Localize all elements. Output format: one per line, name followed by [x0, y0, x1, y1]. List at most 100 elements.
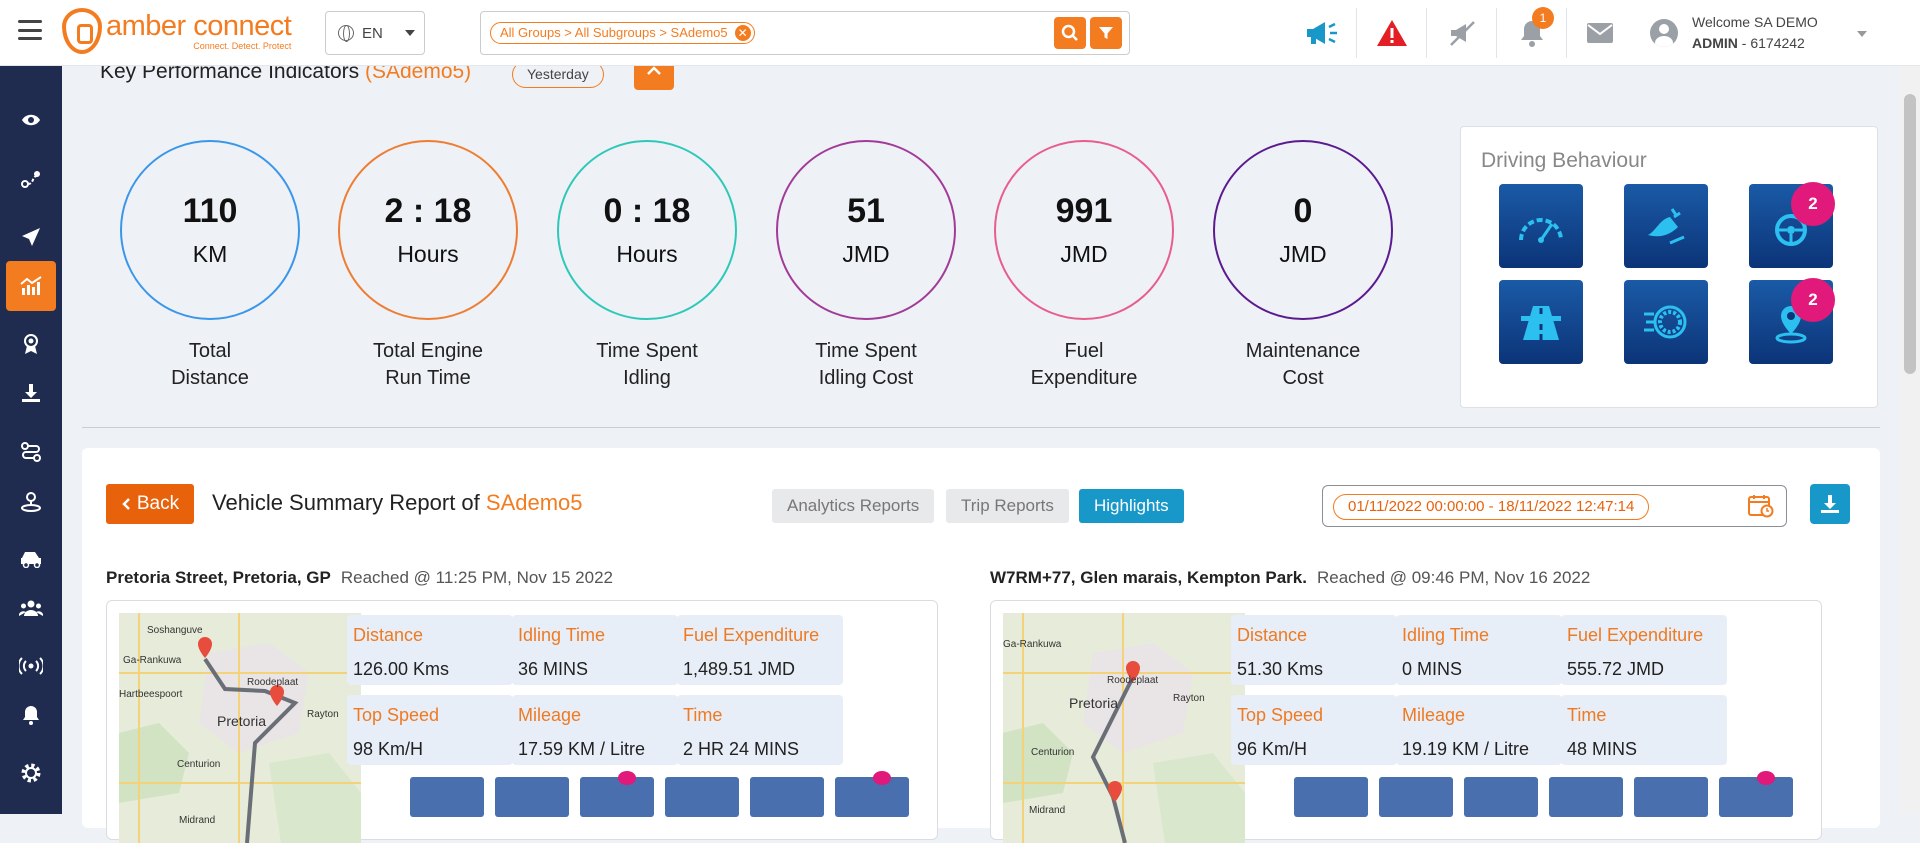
scrollbar[interactable]: [1900, 66, 1920, 814]
trip-event-button[interactable]: [835, 771, 909, 817]
kpi-item: 0 JMD Maintenance Cost: [1213, 140, 1393, 392]
award-icon[interactable]: [6, 319, 56, 369]
filter-icon: [1099, 27, 1113, 39]
trip-event-button[interactable]: [1379, 777, 1453, 817]
brand-logo[interactable]: amber connect Connect. Detect. Protect: [62, 8, 292, 54]
download-report-button[interactable]: [1810, 484, 1850, 524]
harsh-braking-icon[interactable]: [1624, 184, 1708, 268]
trip-stat-value: 0 MINS: [1402, 659, 1463, 679]
trip-event-button[interactable]: [1634, 777, 1708, 817]
map-place-label: Rayton: [1173, 693, 1205, 704]
back-button[interactable]: Back: [106, 484, 194, 524]
user-role: ADMIN: [1692, 35, 1738, 51]
map-place-label: Roodeplaat: [1107, 675, 1159, 686]
date-range-picker[interactable]: 01/11/2022 00:00:00 - 18/11/2022 12:47:1…: [1322, 485, 1787, 527]
report-title-text: Vehicle Summary Report of: [212, 490, 486, 515]
trip-stat-label: Distance: [353, 625, 424, 645]
trip-event-button[interactable]: [1464, 777, 1538, 817]
broadcast-icon[interactable]: [6, 641, 56, 691]
notification-bell-icon[interactable]: 1: [1514, 7, 1554, 51]
breadcrumb-text: All Groups > All Subgroups > SAdemo5: [500, 25, 728, 40]
kpi-label: Time Spent: [815, 340, 917, 362]
eye-icon[interactable]: [6, 95, 56, 145]
trip-event-button[interactable]: [665, 777, 739, 817]
date-range-value: 01/11/2022 00:00:00 - 18/11/2022 12:47:1…: [1333, 494, 1650, 520]
clear-icon[interactable]: ✕: [734, 25, 751, 41]
kpi-ring: 2 : 18 Hours: [338, 140, 518, 320]
trip-event-badge: [1757, 771, 1775, 785]
trip-map[interactable]: Ga-Rankuwa Pretoria Rayton Centurion Midrand…: [1003, 613, 1245, 843]
chevron-down-icon: [404, 30, 415, 36]
kpi-item: 0 : 18 Hours Time Spent Idling: [557, 140, 737, 392]
location-pin-icon[interactable]: 2: [1749, 278, 1835, 364]
map-place-label: Roodeplaat: [247, 677, 299, 688]
download-icon[interactable]: [6, 368, 56, 418]
send-icon[interactable]: [6, 212, 56, 262]
speedometer-icon[interactable]: [1499, 184, 1583, 268]
scrollbar-thumb[interactable]: [1904, 94, 1916, 374]
calendar-icon: [1748, 495, 1774, 518]
settings-icon[interactable]: [6, 748, 56, 798]
route-icon[interactable]: [6, 154, 56, 204]
group-search[interactable]: All Groups > All Subgroups > SAdemo5 ✕: [480, 11, 1130, 55]
vehicle-icon[interactable]: [6, 534, 56, 584]
trip-stat-label: Distance: [1237, 625, 1308, 645]
map-place-label: Rayton: [307, 709, 339, 720]
bell-icon[interactable]: [6, 690, 56, 740]
mute-icon[interactable]: [1444, 15, 1480, 51]
search-button[interactable]: [1054, 17, 1086, 49]
map-place-label: Centurion: [177, 759, 221, 770]
kpi-label: Time Spent: [596, 340, 698, 362]
kpi-label: Expenditure: [1030, 367, 1138, 389]
kpi-value: 0 : 18: [603, 192, 691, 230]
trip-stat-value: 2 HR 24 MINS: [683, 739, 800, 759]
tab-highlights[interactable]: Highlights: [1079, 489, 1184, 523]
trip-stat: Time 2 HR 24 MINS: [677, 695, 843, 765]
trip-event-button[interactable]: [580, 771, 654, 817]
map-place-label: Ga-Rankuwa: [1003, 639, 1062, 650]
trip-event-button[interactable]: [1719, 771, 1793, 817]
trip-event-button[interactable]: [495, 777, 569, 817]
trip-stat-value: 98 Km/H: [353, 739, 424, 759]
alert-icon[interactable]: [1374, 15, 1410, 51]
trip-map[interactable]: Soshanguve Ga-Rankuwa Hartbeespoort Pretori…: [119, 613, 361, 843]
kpi-unit: JMD: [1279, 241, 1327, 267]
trip-stat: Top Speed 96 Km/H: [1231, 695, 1397, 765]
user-menu[interactable]: Welcome SA DEMO ADMIN - 6174242: [1650, 12, 1818, 54]
language-select[interactable]: EN: [325, 11, 425, 55]
trip-stat-value: 126.00 Kms: [353, 659, 450, 679]
trip-stat: Mileage 19.19 KM / Litre: [1396, 695, 1562, 765]
analytics-icon[interactable]: [6, 261, 56, 311]
trip-stat-value: 48 MINS: [1567, 739, 1638, 759]
trip-event-button[interactable]: [1294, 777, 1368, 817]
map-place-label: Pretoria: [217, 713, 267, 729]
trip-event-button[interactable]: [1549, 777, 1623, 817]
steering-alert-badge: 2: [1791, 182, 1835, 226]
user-menu-chevron-icon[interactable]: [1857, 31, 1867, 37]
trip-event-button[interactable]: [750, 777, 824, 817]
hamburger-menu-icon[interactable]: [18, 20, 42, 40]
announcement-icon[interactable]: [1304, 15, 1340, 51]
tab-analytics-reports[interactable]: Analytics Reports: [772, 489, 935, 523]
trip-stat: Idling Time 36 MINS: [512, 615, 678, 685]
report-title: Vehicle Summary Report of SAdemo5: [212, 490, 583, 516]
mail-icon[interactable]: [1582, 15, 1618, 51]
trip-event-button[interactable]: [410, 777, 484, 817]
kpi-item: 2 : 18 Hours Total Engine Run Time: [338, 140, 518, 392]
kpi-label: Fuel: [1064, 340, 1104, 362]
filter-button[interactable]: [1090, 17, 1122, 49]
driving-behaviour-card: Driving Behaviour 2 2: [1460, 126, 1878, 408]
map-place-label: Hartbeespoort: [119, 689, 183, 700]
report-vehicle: SAdemo5: [485, 490, 583, 515]
trip-stat: Distance 126.00 Kms: [347, 615, 513, 685]
acceleration-icon[interactable]: [1624, 280, 1708, 364]
search-icon: [1061, 24, 1078, 41]
steering-wheel-icon[interactable]: 2: [1749, 182, 1835, 268]
users-icon[interactable]: [6, 583, 56, 633]
location-person-icon[interactable]: [6, 476, 56, 526]
trip-reached-time: Reached @ 09:46 PM, Nov 16 2022: [1316, 568, 1591, 587]
trips-icon[interactable]: [6, 427, 56, 477]
tab-trip-reports[interactable]: Trip Reports: [946, 489, 1069, 523]
map-place-label: Pretoria: [1069, 695, 1119, 711]
highway-icon[interactable]: [1499, 280, 1583, 364]
